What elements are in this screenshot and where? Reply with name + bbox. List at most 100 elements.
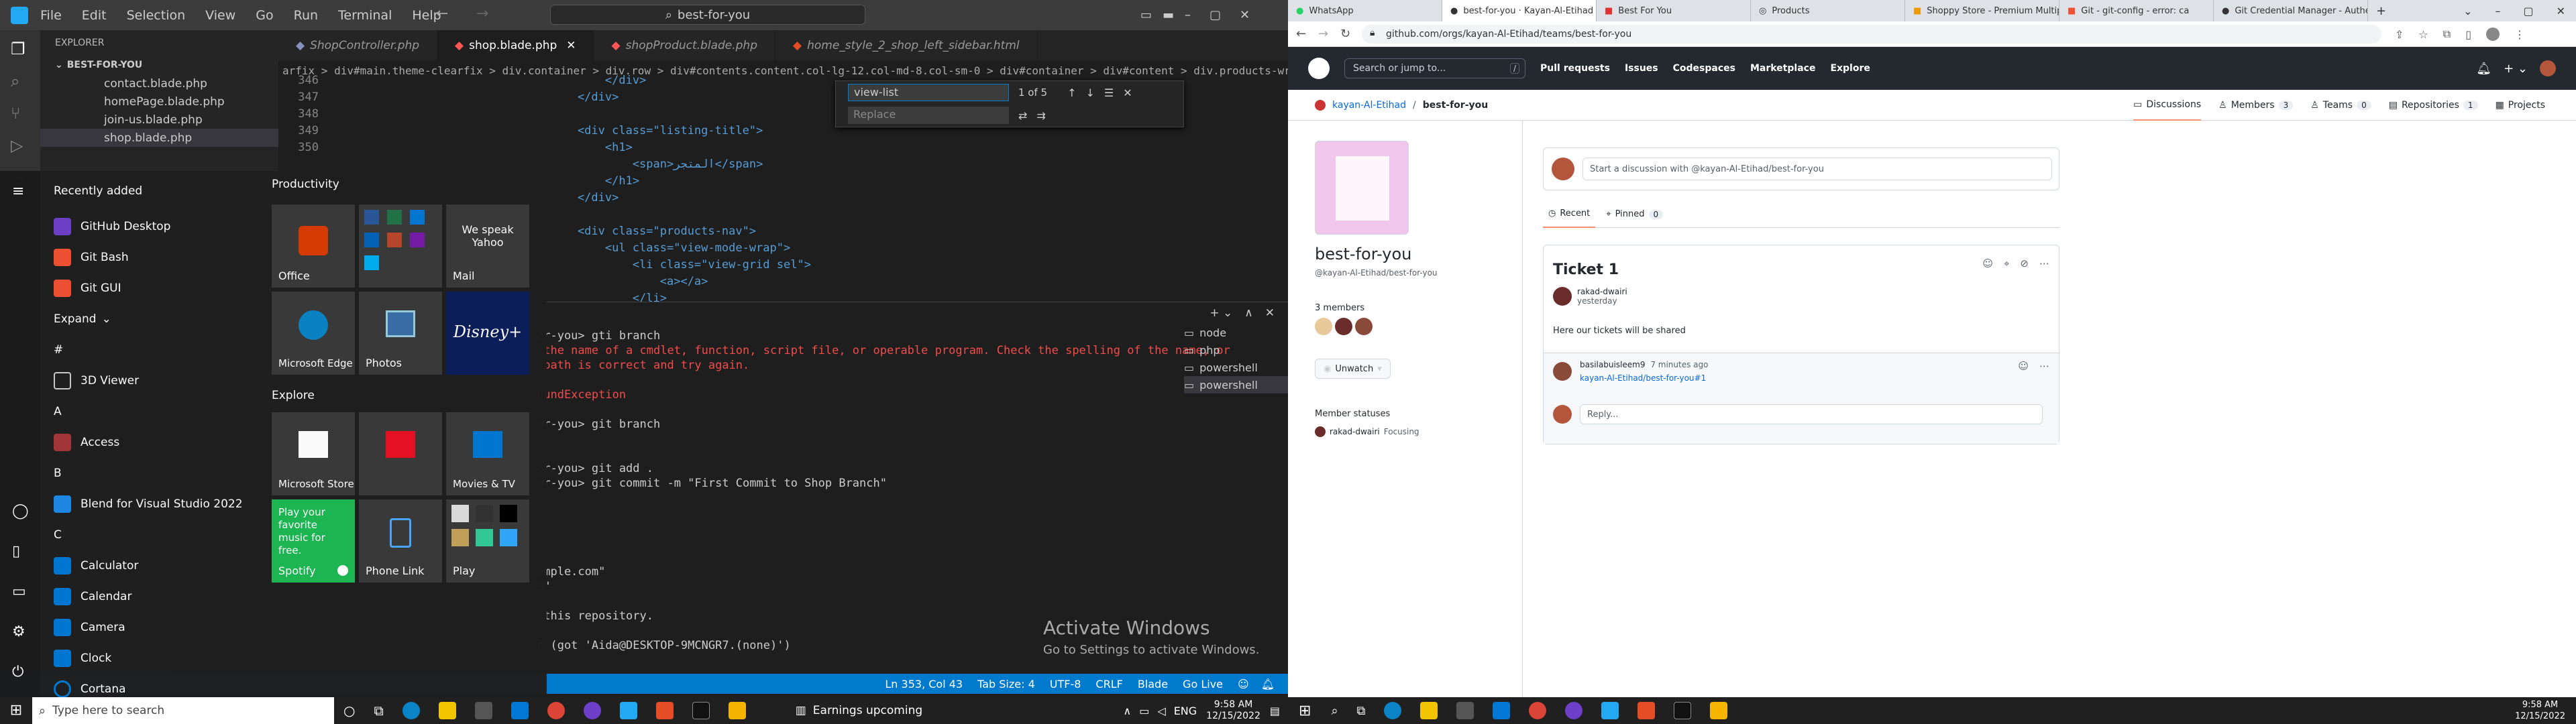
menu-kebab-icon[interactable]: ⋮ [2514,28,2525,41]
share-icon[interactable]: ⇪ [2395,28,2404,41]
author-avatar[interactable] [1553,287,1572,306]
arrow-down-icon[interactable]: ↓ [1086,86,1095,99]
maximize-panel-icon[interactable]: ∧ [1244,306,1252,320]
explorer-icon[interactable]: ❐ [11,40,30,58]
mail-icon[interactable] [511,702,529,719]
browser-tab[interactable]: ● WhatsApp [1288,0,1442,21]
app-calendar[interactable]: Calendar [0,581,268,612]
tab-shop-blade[interactable]: ◆ shop.blade.php ✕ [437,30,594,60]
tile-store[interactable]: Microsoft Store [272,412,355,495]
status-eol[interactable]: CRLF [1095,678,1122,690]
status-avatar[interactable] [1315,426,1326,437]
forward-arrow-icon[interactable]: → [476,5,488,22]
feedback-icon[interactable]: ☺ [1238,678,1249,690]
maximize-icon[interactable]: ▢ [1210,8,1221,22]
file-item[interactable]: contact.blade.php [40,74,278,93]
tile-disney[interactable]: Disney+ [446,292,529,375]
layout-icon[interactable]: ▭ [1140,8,1152,22]
emoji-icon[interactable]: ☺ [2018,360,2029,372]
tile-photos[interactable]: Photos [359,292,442,375]
github-desktop-icon[interactable] [1565,702,1583,719]
unsubscribe-icon[interactable]: ⊘ [2020,257,2029,269]
app-github-desktop[interactable]: GitHub Desktop [0,211,268,242]
nav-pull-requests[interactable]: Pull requests [1540,63,1610,74]
reply-author[interactable]: basilabuisleem9 [1580,360,1645,369]
kebab-icon[interactable]: ⋯ [2039,360,2049,372]
menu-view[interactable]: View [205,8,235,23]
menu-selection[interactable]: Selection [127,8,186,23]
tile-play[interactable]: Play [446,499,529,583]
browser-tab[interactable]: ■ Shoppy Store - Premium Multipur [1905,0,2059,21]
tile-phone-link[interactable]: Phone Link [359,499,442,583]
file-item[interactable]: homePage.blade.php [40,93,278,111]
letter-header[interactable]: # [0,335,268,365]
menu-file[interactable]: File [40,8,62,23]
arrow-up-icon[interactable]: ↑ [1067,86,1076,99]
chrome-icon[interactable] [547,702,565,719]
status-cursor[interactable]: Ln 353, Col 43 [885,678,963,690]
app-calculator[interactable]: Calculator [0,550,268,581]
github-search[interactable]: Search or jump to... / [1344,58,1525,78]
maximize-icon[interactable]: ▢ [2523,5,2533,17]
tile-movies[interactable]: Movies & TV [446,412,529,495]
find-in-selection-icon[interactable]: ☰ [1104,86,1114,99]
letter-header[interactable]: C [0,520,268,550]
tile-news[interactable] [359,412,442,495]
nav-codespaces[interactable]: Codespaces [1673,63,1735,74]
pin-icon[interactable]: ⌖ [2004,257,2009,269]
taskbar-search[interactable]: ⌕ Type here to search [32,697,334,724]
search-icon[interactable]: ⌕ [1331,704,1338,718]
post-author[interactable]: rakad-dwairi [1577,287,1627,296]
app-blend[interactable]: Blend for Visual Studio 2022 [0,489,268,520]
star-icon[interactable]: ☆ [2418,28,2428,41]
lang-indicator[interactable]: ENG [1174,705,1197,717]
kebab-icon[interactable]: ⋯ [2039,257,2049,269]
app-3d-viewer[interactable]: 3D Viewer [0,365,268,396]
chrome-icon[interactable] [1529,702,1547,719]
network-icon[interactable]: ▭ [1139,705,1149,717]
edge-icon[interactable] [402,702,420,719]
tile-edge[interactable]: Microsoft Edge [272,292,355,375]
tab-recent[interactable]: ◷ Recent [1543,201,1596,228]
reply-input[interactable]: Reply... [1580,404,2043,424]
clock[interactable]: 9:58 AM 12/15/2022 [2515,699,2565,722]
browser-tab[interactable]: ■ Git - git-config - error: ca [2059,0,2214,21]
member-avatar[interactable] [1355,318,1373,335]
app-access[interactable]: Access [0,427,268,458]
status-tab-size[interactable]: Tab Size: 4 [977,678,1035,690]
file-explorer-icon[interactable] [1420,702,1438,719]
xampp-icon[interactable] [655,702,674,719]
app-camera[interactable]: Camera [0,612,268,643]
reply-avatar[interactable] [1553,362,1572,381]
xampp-icon[interactable] [1638,702,1656,719]
add-terminal-icon[interactable]: + ⌄ [1210,306,1232,320]
menu-terminal[interactable]: Terminal [338,8,392,23]
plus-icon[interactable]: + ⌄ [2504,62,2528,76]
extensions-icon[interactable]: ⧉ [2443,27,2451,41]
github-desktop-icon[interactable] [583,702,601,719]
notification-icon[interactable]: ▤ [1270,705,1280,717]
minimize-icon[interactable]: – [1185,8,1191,22]
store-icon[interactable] [1456,702,1474,719]
tab-projects[interactable]: ▦ Projects [2496,100,2545,111]
run-debug-icon[interactable]: ▷ [11,136,30,155]
member-avatar[interactable] [1315,318,1332,335]
nav-explore[interactable]: Explore [1830,63,1870,74]
status-encoding[interactable]: UTF-8 [1050,678,1081,690]
task-view-icon[interactable]: ⧉ [374,703,383,719]
file-item[interactable]: join-us.blade.php [40,111,278,129]
post-title[interactable]: Ticket 1 [1553,261,1619,278]
letter-header[interactable]: B [0,458,268,489]
back-arrow-icon[interactable]: ← [436,5,448,22]
reload-icon[interactable]: ↻ [1340,27,1350,41]
close-icon[interactable]: ✕ [2557,5,2565,17]
members-count[interactable]: 3 members [1315,303,1364,313]
clock[interactable]: 9:58 AM 12/15/2022 [1206,699,1260,722]
status-username[interactable]: rakad-dwairi [1330,427,1380,436]
terminal-item[interactable]: ▭ php [1184,341,1288,359]
status-go-live[interactable]: Go Live [1183,678,1223,690]
chevron-up-icon[interactable]: ∧ [1124,705,1132,717]
browser-tab[interactable]: ◎ Products [1751,0,1905,21]
tile-office-apps[interactable] [359,204,442,288]
tile-spotify[interactable]: Play your favorite music for free. Spoti… [272,499,355,583]
